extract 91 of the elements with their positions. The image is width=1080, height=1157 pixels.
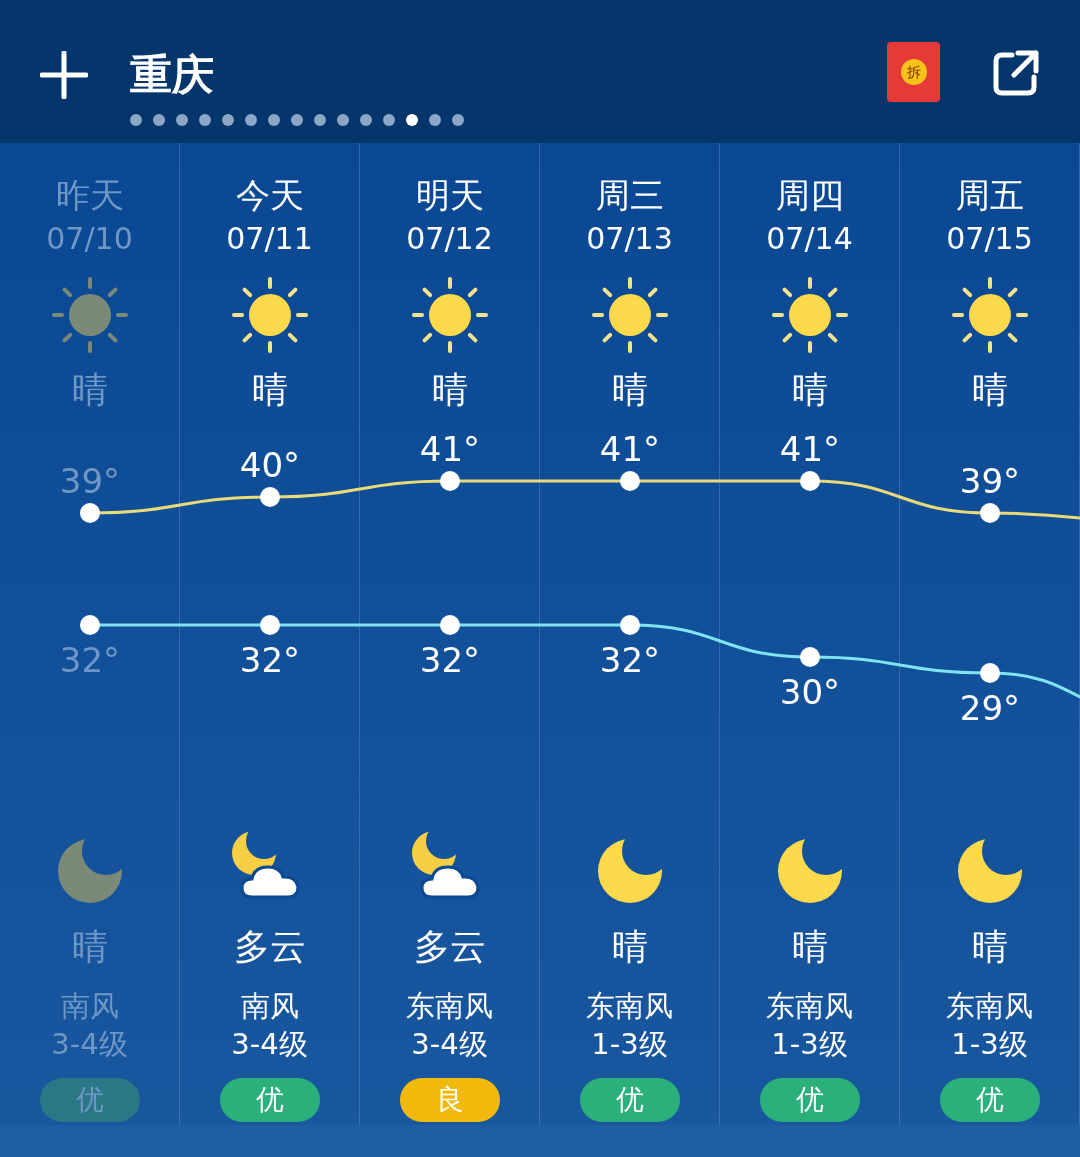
high-temperature: 41°: [599, 429, 661, 469]
wind-direction: 东南风: [766, 988, 853, 1025]
weather-text: 多云: [233, 925, 306, 969]
page-dot[interactable]: [360, 114, 372, 126]
city-title: 重庆: [130, 50, 215, 100]
temperature-point: [260, 615, 280, 635]
wind-direction: 东南风: [946, 988, 1033, 1025]
date-label: 07/15: [946, 220, 1033, 258]
share-icon[interactable]: [992, 49, 1040, 97]
day-label: 周三: [595, 174, 664, 217]
weather-text: 晴: [791, 925, 828, 969]
page-dot[interactable]: [452, 114, 464, 126]
day-label: 今天: [235, 174, 304, 217]
wind-level: 3-4级: [411, 1026, 488, 1063]
weather-text: 晴: [431, 368, 468, 412]
wind-direction: 东南风: [406, 988, 493, 1025]
sun-icon: [409, 275, 490, 355]
temperature-point: [980, 503, 1000, 523]
wind-level: 1-3级: [771, 1026, 848, 1063]
temperature-point: [440, 471, 460, 491]
page-dot[interactable]: [429, 114, 441, 126]
air-quality-badge: 优: [939, 1078, 1040, 1122]
date-label: 07/12: [406, 220, 493, 258]
page-dot[interactable]: [337, 114, 349, 126]
sun-icon: [229, 275, 310, 355]
high-temperature: 39°: [959, 461, 1021, 501]
weather-text: 晴: [71, 368, 108, 412]
high-temperature: 39°: [59, 461, 121, 501]
air-quality-badge: 优: [39, 1078, 140, 1122]
low-temperature: 30°: [779, 672, 841, 712]
page-dot[interactable]: [176, 114, 188, 126]
high-temperature: 40°: [239, 445, 301, 485]
day-label: 周五: [955, 174, 1024, 217]
add-icon[interactable]: [40, 51, 88, 99]
low-temperature: 29°: [959, 688, 1021, 728]
page-dot[interactable]: [153, 114, 165, 126]
page-dot[interactable]: [291, 114, 303, 126]
weather-text: 晴: [611, 368, 648, 412]
wind-level: 3-4级: [231, 1026, 308, 1063]
temperature-point: [800, 647, 820, 667]
low-temperature: 32°: [59, 640, 121, 680]
gift-envelope-button[interactable]: 拆: [887, 42, 940, 102]
temperature-point: [620, 615, 640, 635]
temperature-point: [980, 663, 1000, 683]
sun-icon: [589, 275, 670, 355]
page-dot[interactable]: [130, 114, 142, 126]
page-dot[interactable]: [199, 114, 211, 126]
date-label: 07/14: [766, 220, 853, 258]
weather-text: 晴: [611, 925, 648, 969]
page-dot[interactable]: [383, 114, 395, 126]
temperature-point: [80, 503, 100, 523]
temperature-point: [620, 471, 640, 491]
wind-direction: 东南风: [586, 988, 673, 1025]
wind-direction: 南风: [60, 988, 119, 1025]
temperature-point: [440, 615, 460, 635]
weather-text: 晴: [971, 368, 1008, 412]
page-dot[interactable]: [245, 114, 257, 126]
day-label: 明天: [415, 174, 484, 217]
high-temperature: 41°: [419, 429, 481, 469]
page-dot[interactable]: [406, 114, 418, 126]
date-label: 07/11: [226, 220, 313, 258]
day-label: 昨天: [55, 174, 124, 217]
sun-icon: [949, 275, 1030, 355]
low-temperature: 32°: [239, 640, 301, 680]
weather-text: 晴: [251, 368, 288, 412]
wind-level: 3-4级: [51, 1026, 128, 1063]
temperature-point: [260, 487, 280, 507]
high-temperature: 41°: [779, 429, 841, 469]
page-dot[interactable]: [222, 114, 234, 126]
wind-level: 1-3级: [591, 1026, 668, 1063]
temperature-point: [80, 615, 100, 635]
temperature-point: [800, 471, 820, 491]
day-label: 周四: [775, 174, 844, 217]
air-quality-badge: 良: [399, 1078, 500, 1122]
date-label: 07/10: [46, 220, 133, 258]
air-quality-badge: 优: [579, 1078, 680, 1122]
weather-text: 多云: [413, 925, 486, 969]
wind-direction: 南风: [240, 988, 299, 1025]
weather-text: 晴: [71, 925, 108, 969]
weather-text: 晴: [791, 368, 828, 412]
sun-icon: [769, 275, 850, 355]
air-quality-badge: 优: [759, 1078, 860, 1122]
low-temperature: 32°: [599, 640, 661, 680]
low-temperature: 32°: [419, 640, 481, 680]
wind-level: 1-3级: [951, 1026, 1028, 1063]
page-dot[interactable]: [268, 114, 280, 126]
sun-icon: [49, 275, 130, 355]
weather-text: 晴: [971, 925, 1008, 969]
date-label: 07/13: [586, 220, 673, 258]
page-dot[interactable]: [314, 114, 326, 126]
air-quality-badge: 优: [219, 1078, 320, 1122]
